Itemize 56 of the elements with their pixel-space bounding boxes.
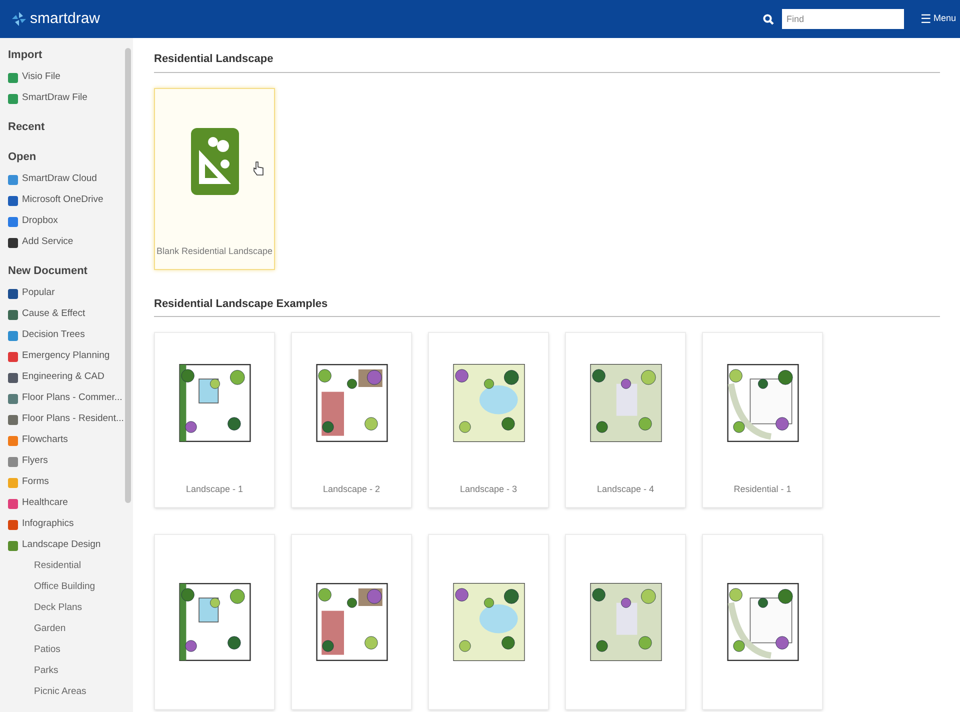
section-heading: Import — [8, 48, 44, 64]
example-card[interactable]: Landscape - 3 — [428, 332, 549, 508]
template-card[interactable]: Blank Residential Landscape — [154, 88, 275, 270]
sidebar-subitem[interactable]: Residential — [8, 556, 133, 577]
sidebar-subitem[interactable]: Deck Plans — [8, 598, 133, 619]
example-card[interactable] — [428, 534, 549, 710]
hand-cursor-icon — [253, 160, 264, 176]
section-heading: Open — [8, 150, 38, 166]
section-heading: Recent — [8, 120, 46, 136]
example-card[interactable]: Landscape - 2 — [291, 332, 412, 508]
section-title: Residential Landscape — [154, 51, 940, 72]
card-label: Blank Residential Landscape — [156, 244, 273, 258]
section-title: Residential Landscape Examples — [154, 296, 940, 317]
example-card[interactable] — [565, 534, 686, 710]
search-icon[interactable] — [763, 14, 774, 24]
sidebar-item[interactable]: Popular — [8, 283, 133, 304]
card-label: Landscape - 2 — [322, 483, 380, 496]
sidebar-subitem[interactable]: Office Building — [8, 577, 133, 598]
sidebar-item[interactable]: SmartDraw Cloud — [8, 169, 133, 190]
example-card[interactable] — [154, 534, 275, 710]
card-label: Residential - 1 — [734, 483, 792, 496]
sidebar-subitem[interactable]: Parks — [8, 661, 133, 682]
sidebar-item[interactable]: Floor Plans - Commer... — [8, 388, 133, 409]
example-card[interactable] — [702, 534, 823, 710]
sidebar-item[interactable]: Emergency Planning — [8, 346, 133, 367]
brand-logo[interactable]: smartdraw — [30, 8, 100, 30]
sidebar-item[interactable]: Floor Plans - Resident... — [8, 409, 133, 430]
card-label: Landscape - 1 — [186, 483, 244, 496]
landscape-template-icon — [190, 128, 238, 195]
example-card[interactable]: Residential - 1 — [702, 332, 823, 508]
sidebar-item[interactable]: Cause & Effect — [8, 304, 133, 325]
search-field[interactable]: Find — [782, 9, 904, 29]
logo-icon — [12, 12, 26, 26]
sidebar-item[interactable]: Engineering & CAD — [8, 367, 133, 388]
example-card[interactable] — [291, 534, 412, 710]
sidebar-item[interactable]: Flowcharts — [8, 430, 133, 451]
sidebar-subitem[interactable]: Patios — [8, 640, 133, 661]
card-label: Landscape - 4 — [596, 483, 654, 496]
section-heading: New Document — [8, 264, 88, 280]
card-label: Landscape - 3 — [460, 483, 518, 496]
sidebar-item[interactable]: SmartDraw File — [8, 88, 133, 109]
example-card[interactable]: Landscape - 1 — [154, 332, 275, 508]
scrollbar[interactable] — [125, 48, 131, 503]
sidebar-item[interactable]: Infographics — [8, 514, 133, 535]
sidebar-item[interactable]: Flyers — [8, 451, 133, 472]
sidebar-item[interactable]: Decision Trees — [8, 325, 133, 346]
sidebar-item[interactable]: Visio File — [8, 67, 133, 88]
sidebar-subitem[interactable]: Picnic Areas — [8, 682, 133, 703]
sidebar-item[interactable]: Landscape Design — [8, 535, 133, 556]
sidebar-item[interactable]: Dropbox — [8, 211, 133, 232]
sidebar-item[interactable]: Healthcare — [8, 493, 133, 514]
sidebar-item[interactable]: Add Service — [8, 232, 133, 253]
sidebar-item[interactable]: Forms — [8, 472, 133, 493]
example-card[interactable]: Landscape - 4 — [565, 332, 686, 508]
sidebar-subitem[interactable]: Garden — [8, 619, 133, 640]
sidebar-item[interactable]: Microsoft OneDrive — [8, 190, 133, 211]
